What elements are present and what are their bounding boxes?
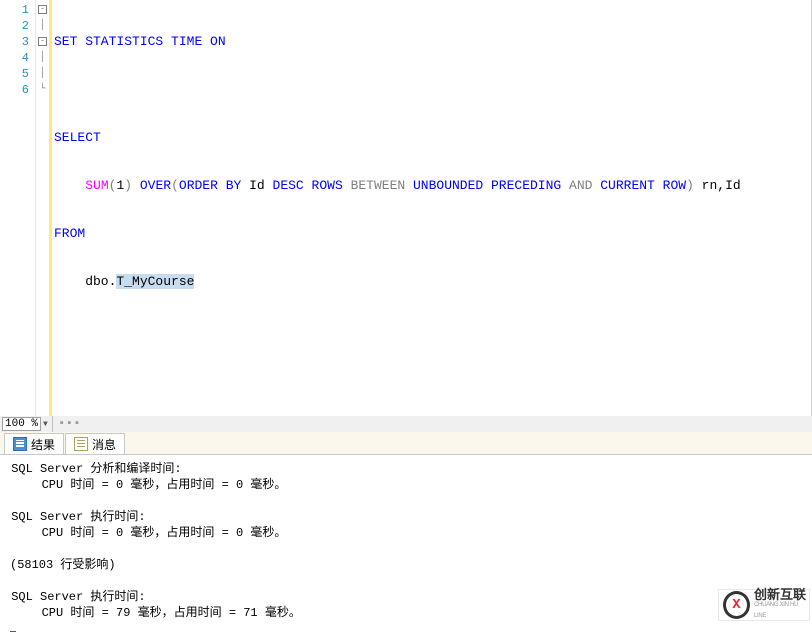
tab-results[interactable]: 结果	[4, 433, 64, 454]
messages-icon	[74, 437, 88, 451]
line-gutter: 1 2 3 4 5 6	[0, 0, 36, 431]
msg-line: CPU 时间 = 0 毫秒，占用时间 = 0 毫秒。	[4, 525, 808, 541]
tab-label: 消息	[92, 436, 116, 453]
keyword: SELECT	[54, 130, 101, 145]
msg-rows-affected: (58103 行受影响)	[4, 557, 808, 573]
msg-line: CPU 时间 = 79 毫秒，占用时间 = 71 毫秒。	[4, 605, 808, 621]
grid-icon	[13, 437, 27, 451]
keyword: STATISTICS	[77, 34, 163, 49]
messages-pane[interactable]: SQL Server 分析和编译时间: CPU 时间 = 0 毫秒，占用时间 =…	[0, 454, 812, 623]
fold-column: - │ - │ │ └	[36, 0, 49, 431]
grip-icon[interactable]: ▪▪▪	[55, 418, 85, 430]
watermark-title: 创新互联	[754, 589, 809, 600]
keyword: SET	[54, 34, 77, 49]
watermark-subtitle: CHUANG XIN HU LINE	[754, 600, 809, 622]
line-number: 5	[0, 66, 29, 82]
msg-line: CPU 时间 = 0 毫秒，占用时间 = 0 毫秒。	[4, 477, 808, 493]
code-area[interactable]: SET STATISTICS TIME ON SELECT SUM(1) OVE…	[49, 0, 811, 431]
zoom-level[interactable]: 100 %	[2, 417, 41, 431]
line-number: 6	[0, 82, 29, 98]
tab-label: 结果	[31, 436, 55, 453]
keyword: FROM	[54, 226, 85, 241]
keyword: TIME	[163, 34, 202, 49]
fold-icon[interactable]: -	[38, 5, 47, 14]
msg-line: SQL Server 分析和编译时间:	[4, 461, 808, 477]
logo-icon	[723, 591, 750, 619]
msg-line: SQL Server 执行时间:	[4, 589, 808, 605]
results-tabs: 结果 消息	[0, 432, 812, 454]
fold-icon[interactable]: -	[38, 37, 47, 46]
text-cursor	[10, 631, 16, 632]
keyword: ON	[202, 34, 225, 49]
line-number: 1	[0, 2, 29, 18]
separator	[52, 416, 53, 432]
watermark-logo: 创新互联 CHUANG XIN HU LINE	[718, 589, 810, 621]
tab-messages[interactable]: 消息	[65, 433, 125, 454]
function: SUM	[85, 178, 108, 193]
line-number: 3	[0, 34, 29, 50]
sql-editor[interactable]: 1 2 3 4 5 6 - │ - │ │ └ SET STATISTICS T…	[0, 0, 812, 432]
line-number: 2	[0, 18, 29, 34]
line-number: 4	[0, 50, 29, 66]
highlighted-ident: T_MyCourse	[116, 274, 194, 289]
msg-line: SQL Server 执行时间:	[4, 509, 808, 525]
chevron-down-icon[interactable]: ▼	[43, 420, 48, 429]
pane-splitter[interactable]: 100 % ▼ ▪▪▪	[0, 416, 812, 432]
